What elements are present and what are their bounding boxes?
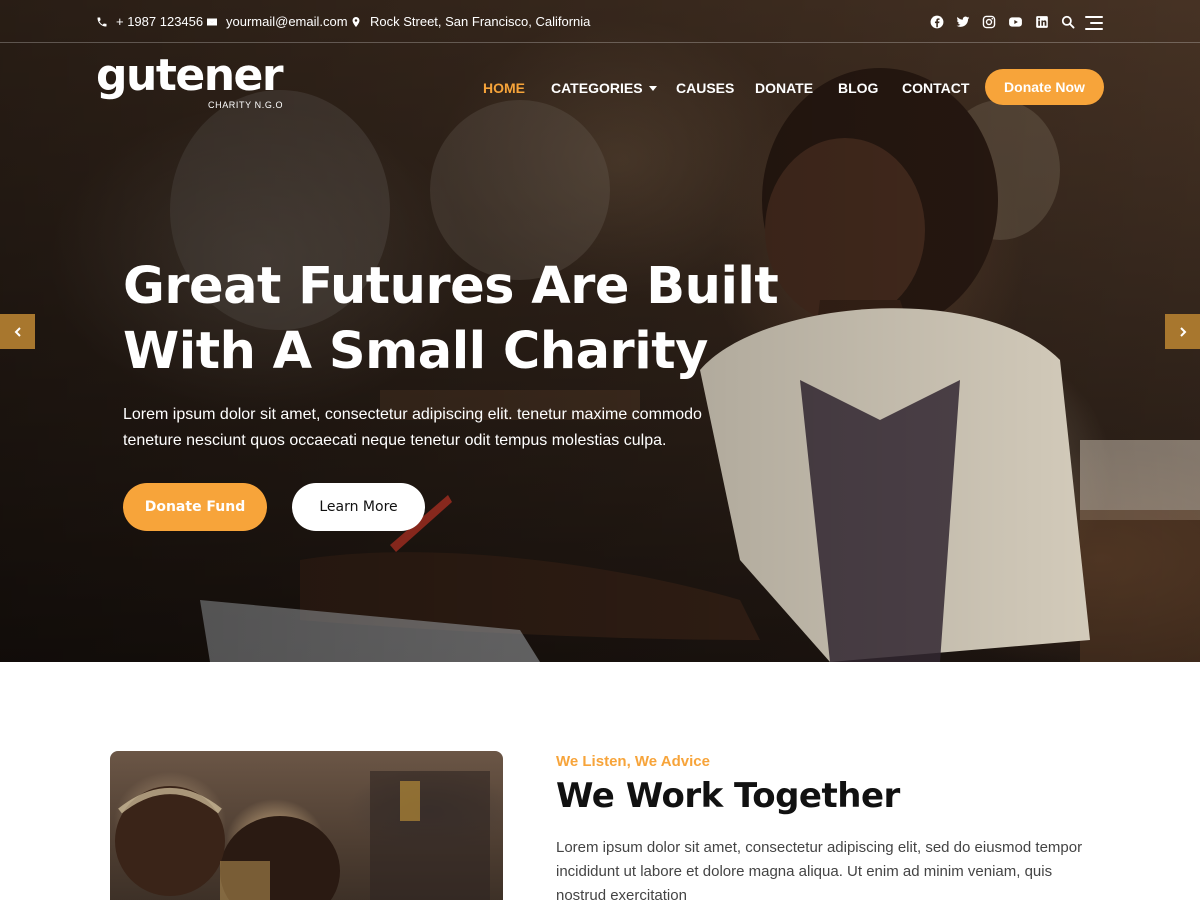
menu-icon[interactable] (1085, 16, 1103, 30)
address-contact: Rock Street, San Francisco, California (350, 14, 590, 29)
nav-blog[interactable]: BLOG (838, 80, 878, 96)
logo-wordmark: gutener (96, 50, 284, 101)
section-text: Lorem ipsum dolor sit amet, consectetur … (556, 839, 1083, 900)
hero-slider: + 1987 123456 yourmail@email.com Rock St… (0, 0, 1200, 662)
chevron-down-icon (648, 86, 657, 91)
section-eyebrow: We Listen, We Advice (556, 753, 710, 770)
nav-contact[interactable]: CONTACT (902, 80, 969, 96)
top-bar: + 1987 123456 yourmail@email.com Rock St… (0, 0, 1200, 43)
phone-icon (97, 17, 107, 26)
email-address: yourmail@email.com (226, 14, 348, 29)
slider-prev-button[interactable] (0, 314, 35, 349)
chevron-left-icon (14, 326, 21, 337)
learn-more-button[interactable]: Learn More (292, 483, 425, 531)
facebook-icon[interactable] (930, 15, 944, 29)
hero-description: Lorem ipsum dolor sit amet, consectetur … (123, 406, 702, 449)
about-photo (110, 751, 503, 900)
instagram-icon[interactable] (982, 15, 996, 29)
donate-now-button[interactable]: Donate Now (985, 69, 1104, 105)
nav-causes[interactable]: CAUSES (676, 80, 734, 96)
nav-categories-label: CATEGORIES (551, 80, 643, 96)
linkedin-icon[interactable] (1035, 15, 1049, 29)
slider-next-button[interactable] (1165, 314, 1200, 349)
chevron-right-icon (1179, 326, 1186, 337)
site-logo[interactable]: gutener CHARITY N.G.O (96, 50, 296, 118)
nav-categories[interactable]: CATEGORIES (551, 80, 657, 96)
search-icon[interactable] (1061, 15, 1075, 29)
hero-title-line-2: With A Small Charity (123, 322, 708, 381)
nav-home[interactable]: HOME (483, 80, 525, 96)
hero-title: Great Futures Are Built With A Small Cha… (123, 254, 823, 384)
donate-fund-button[interactable]: Donate Fund (123, 483, 267, 531)
hero-title-line-1: Great Futures Are Built (123, 257, 779, 316)
nav-donate[interactable]: DONATE (755, 80, 813, 96)
map-pin-icon (352, 16, 360, 27)
street-address: Rock Street, San Francisco, California (370, 14, 591, 29)
twitter-icon[interactable] (956, 15, 970, 29)
section-title: We Work Together (556, 776, 900, 816)
email-contact[interactable]: yourmail@email.com (206, 14, 348, 29)
social-links (930, 15, 1075, 29)
phone-contact[interactable]: + 1987 123456 (96, 14, 203, 29)
logo-tagline: CHARITY N.G.O (208, 100, 284, 110)
youtube-icon[interactable] (1008, 15, 1023, 29)
envelope-icon (207, 18, 217, 25)
phone-number: + 1987 123456 (116, 14, 204, 29)
children-photo-illustration (115, 771, 490, 900)
